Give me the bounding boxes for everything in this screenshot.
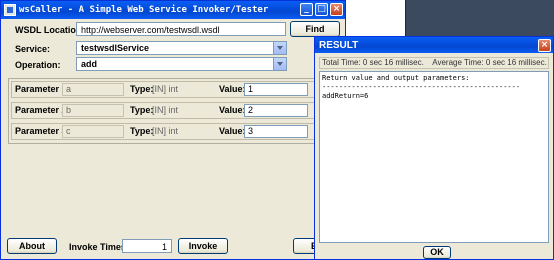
service-label: Service: (15, 44, 51, 54)
app-icon (4, 4, 16, 16)
parameter-name-field: b (62, 104, 124, 117)
value-label: Value: (219, 105, 246, 115)
window-title: wsCaller - A Simple Web Service Invoker/… (19, 5, 269, 15)
parameter-type: [IN] int (152, 84, 179, 94)
parameter-type: [IN] int (152, 105, 179, 115)
minimize-button[interactable]: _ (300, 3, 313, 16)
main-window: wsCaller - A Simple Web Service Invoker/… (0, 0, 346, 260)
parameter-value-input[interactable]: 2 (244, 104, 308, 117)
result-output[interactable]: Return value and output parameters: ----… (319, 71, 549, 243)
close-icon[interactable]: × (538, 39, 551, 52)
wsdl-label: WSDL Location: (15, 25, 85, 35)
total-time: Total Time: 0 sec 16 millisec. (322, 58, 424, 67)
chevron-down-icon[interactable] (273, 58, 286, 70)
parameter-value-input[interactable]: 1 (244, 83, 308, 96)
invoke-button[interactable]: Invoke (178, 238, 228, 254)
wsdl-location-input[interactable]: http://webserver.com/testwsdl.wsdl (76, 22, 286, 36)
parameter-value-input[interactable]: 3 (244, 125, 308, 138)
main-titlebar[interactable]: wsCaller - A Simple Web Service Invoker/… (1, 1, 345, 19)
result-titlebar[interactable]: RESULT × (315, 37, 553, 53)
parameter-type: [IN] int (152, 126, 179, 136)
result-title: RESULT (319, 39, 359, 51)
type-label: Type: (130, 84, 154, 94)
result-dialog: RESULT × Total Time: 0 sec 16 millisec. … (314, 36, 554, 260)
operation-select[interactable]: add (76, 57, 287, 71)
type-label: Type: (130, 126, 154, 136)
timing-status: Total Time: 0 sec 16 millisec. Average T… (319, 57, 549, 69)
service-selected-value: testwsdlService (81, 43, 150, 53)
invoke-times-label: Invoke Times: (69, 242, 129, 252)
parameter-row: Parameter 1: a Type: [IN] int Value: 1 (11, 81, 336, 98)
parameters-panel: Parameter 1: a Type: [IN] int Value: 1 P… (8, 78, 341, 144)
invoke-times-input[interactable]: 1 (122, 239, 172, 253)
about-button[interactable]: About (7, 238, 57, 254)
maximize-button[interactable]: □ (315, 3, 328, 16)
type-label: Type: (130, 105, 154, 115)
value-label: Value: (219, 126, 246, 136)
close-button[interactable]: × (330, 3, 343, 16)
service-select[interactable]: testwsdlService (76, 41, 287, 55)
find-button[interactable]: Find (290, 21, 340, 37)
parameter-row: Parameter 2: b Type: [IN] int Value: 2 (11, 102, 336, 119)
parameter-name-field: c (62, 125, 124, 138)
chevron-down-icon[interactable] (273, 42, 286, 54)
parameter-name-field: a (62, 83, 124, 96)
ok-button[interactable]: OK (423, 246, 451, 259)
background-window (405, 0, 554, 36)
parameter-row: Parameter 3: c Type: [IN] int Value: 3 (11, 123, 336, 140)
operation-label: Operation: (15, 60, 61, 70)
value-label: Value: (219, 84, 246, 94)
operation-selected-value: add (81, 59, 98, 69)
average-time: Average Time: 0 sec 16 millisec. (432, 58, 547, 67)
bottom-toolbar: About Invoke Times: 1 Invoke Ex (1, 236, 345, 260)
